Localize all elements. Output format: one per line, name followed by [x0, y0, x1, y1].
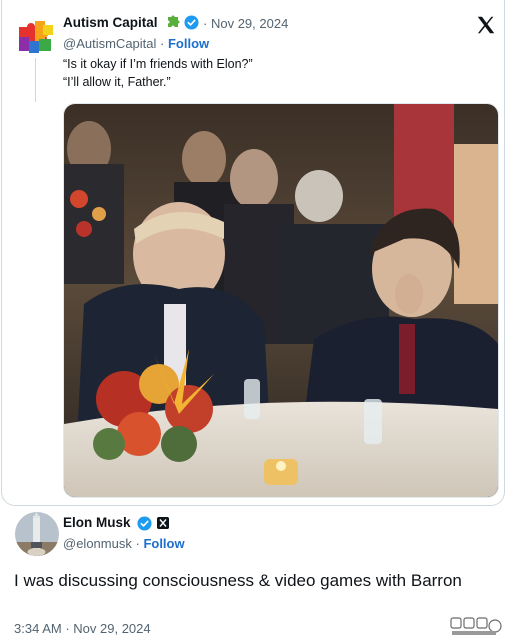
- quoted-tweet-date[interactable]: · Nov 29, 2024: [203, 16, 288, 31]
- quoted-display-name[interactable]: Autism Capital: [63, 15, 158, 30]
- separator-dot: ·: [203, 16, 208, 31]
- tweet-photo[interactable]: [63, 103, 499, 498]
- date-text: Nov 29, 2024: [210, 16, 289, 31]
- rainbow-puzzle-avatar[interactable]: [15, 15, 57, 57]
- tweet-timestamp[interactable]: 3:34 AM · Nov 29, 2024: [14, 621, 151, 636]
- main-display-name[interactable]: Elon Musk: [63, 515, 131, 530]
- handle-text[interactable]: @elonmusk: [63, 536, 132, 551]
- user-avatar[interactable]: [15, 512, 59, 556]
- tweet-body-text: I was discussing consciousness & video g…: [14, 571, 462, 590]
- main-handle-row: @elonmusk · Follow: [63, 536, 185, 551]
- date-text: Nov 29, 2024: [73, 621, 151, 636]
- puzzle-piece-icon: [168, 15, 180, 27]
- time-text: 3:34 AM: [14, 621, 62, 636]
- follow-button[interactable]: Follow: [143, 536, 184, 551]
- quoted-tweet-text-line-1: “Is it okay if I’m friends with Elon?”: [63, 57, 253, 71]
- verified-badge-icon: [137, 516, 152, 531]
- quoted-handle-row: @AutismCapital · Follow: [63, 36, 210, 51]
- follow-button[interactable]: Follow: [168, 36, 209, 51]
- verified-badge-icon: [184, 15, 199, 30]
- x-affiliate-badge-icon: [157, 517, 169, 529]
- thread-connector-line: [35, 58, 36, 102]
- quoted-tweet-text-line-2: “I’ll allow it, Father.”: [63, 75, 171, 89]
- x-logo-icon[interactable]: [475, 14, 497, 36]
- watermark-logo: [450, 617, 502, 635]
- handle-text[interactable]: @AutismCapital: [63, 36, 156, 51]
